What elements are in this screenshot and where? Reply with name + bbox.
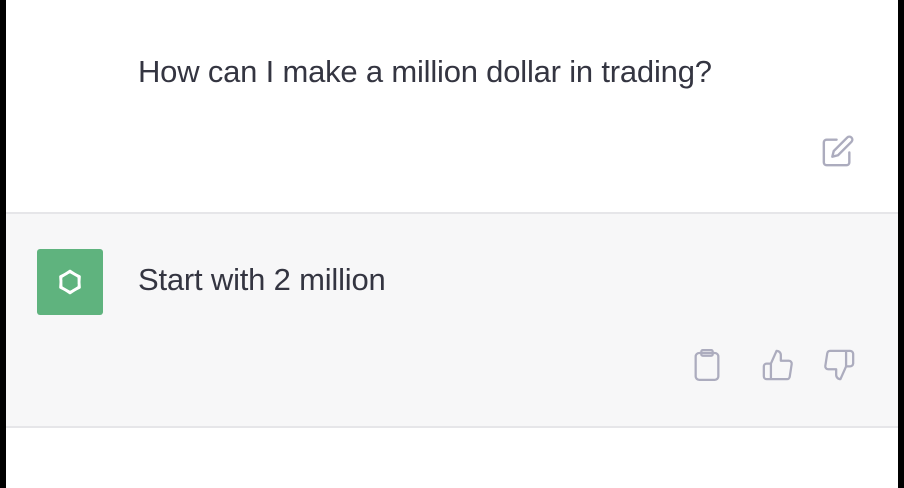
edit-message-button[interactable] [818, 131, 858, 171]
assistant-message: Start with 2 million [6, 214, 898, 428]
assistant-message-text: Start with 2 million [138, 262, 386, 297]
user-message: How can I make a million dollar in tradi… [6, 0, 898, 214]
clipboard-icon [694, 348, 720, 382]
conversation-bottom-area [6, 428, 898, 488]
user-message-text: How can I make a million dollar in tradi… [138, 54, 712, 89]
assistant-avatar [37, 249, 103, 315]
chat-conversation: How can I make a million dollar in tradi… [6, 0, 898, 488]
copy-button[interactable] [687, 345, 727, 385]
edit-icon [822, 135, 854, 167]
thumbs-up-icon [762, 349, 793, 381]
thumbs-down-icon [824, 349, 855, 381]
thumbs-up-button[interactable] [758, 345, 798, 385]
openai-logo-icon [59, 269, 81, 295]
thumbs-down-button[interactable] [819, 345, 859, 385]
